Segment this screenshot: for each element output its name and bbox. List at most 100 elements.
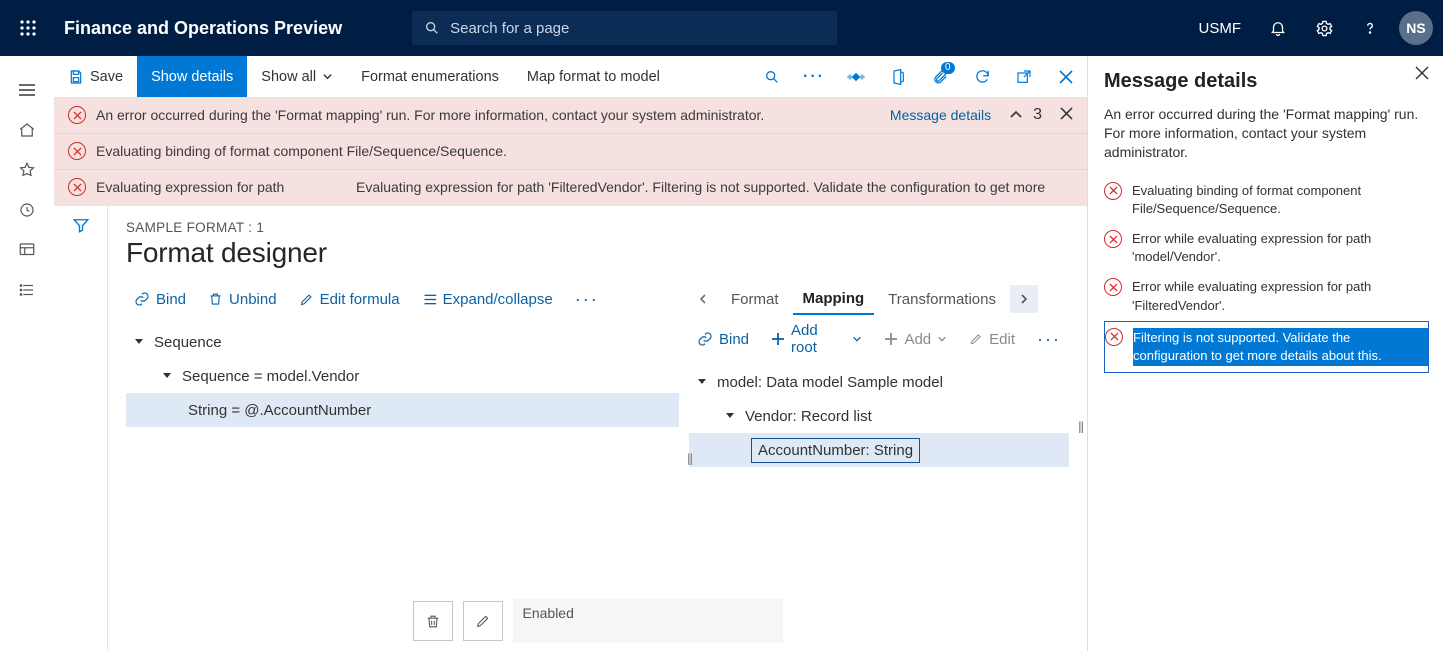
waffle-icon xyxy=(19,19,37,37)
nav-home[interactable] xyxy=(7,110,47,150)
tab-mapping[interactable]: Mapping xyxy=(793,284,875,315)
home-icon xyxy=(18,121,36,139)
message-details-link[interactable]: Message details xyxy=(890,107,991,123)
message-text: Error while evaluating expression for pa… xyxy=(1132,278,1429,314)
show-all-button[interactable]: Show all xyxy=(247,56,347,97)
format-enumerations-button[interactable]: Format enumerations xyxy=(347,56,513,97)
nav-toggle-button[interactable] xyxy=(7,70,47,110)
error-row: Evaluating binding of format component F… xyxy=(54,133,1087,169)
filter-column xyxy=(54,206,108,651)
caret-icon xyxy=(132,335,146,349)
chevron-up-icon xyxy=(1009,107,1023,121)
edit-formula-button[interactable]: Edit formula xyxy=(291,283,408,315)
add-button[interactable]: Add xyxy=(876,323,955,355)
left-overflow-button[interactable]: ··· xyxy=(567,289,607,310)
global-search[interactable]: Search for a page xyxy=(412,11,837,45)
nav-favorites[interactable] xyxy=(7,150,47,190)
nav-modules[interactable] xyxy=(7,270,47,310)
toolbar-popout-button[interactable] xyxy=(1003,56,1045,98)
tree-node-sequence-vendor[interactable]: Sequence = model.Vendor xyxy=(126,359,679,393)
app-launcher-button[interactable] xyxy=(0,0,56,56)
enabled-field[interactable]: Enabled xyxy=(513,599,783,643)
edit-button-bottom[interactable] xyxy=(463,601,503,641)
breadcrumb: SAMPLE FORMAT : 1 xyxy=(126,220,1069,235)
message-item-selected[interactable]: Filtering is not supported. Validate the… xyxy=(1104,321,1429,373)
trash-icon xyxy=(208,291,223,307)
tree-node-sequence[interactable]: Sequence xyxy=(126,325,679,359)
toolbar-search-button[interactable] xyxy=(751,56,793,98)
gear-icon xyxy=(1315,19,1334,38)
plus-icon xyxy=(771,332,785,346)
expand-collapse-button[interactable]: Expand/collapse xyxy=(414,283,561,315)
help-button[interactable] xyxy=(1347,0,1393,56)
right-tab-row: Format Mapping Transformations xyxy=(689,279,1069,319)
nav-recent[interactable] xyxy=(7,190,47,230)
toolbar-overflow-button[interactable]: ··· xyxy=(793,56,835,98)
navigation-rail xyxy=(0,56,54,651)
message-item[interactable]: Error while evaluating expression for pa… xyxy=(1104,272,1429,320)
left-command-row: Bind Unbind Edit formula Expand/collapse… xyxy=(126,279,679,319)
error-icon xyxy=(1104,278,1122,296)
chevron-down-icon xyxy=(852,334,862,344)
error-dismiss-button[interactable] xyxy=(1060,107,1073,123)
user-avatar[interactable]: NS xyxy=(1399,11,1433,45)
show-details-button[interactable]: Show details xyxy=(137,56,247,97)
panel-close-button[interactable] xyxy=(1415,66,1429,85)
mapping-tree: model: Data model Sample model Vendor: R… xyxy=(689,365,1069,467)
message-text: Evaluating binding of format component F… xyxy=(1132,182,1429,218)
message-item[interactable]: Evaluating binding of format component F… xyxy=(1104,176,1429,224)
workspace-icon xyxy=(18,241,36,259)
link-icon xyxy=(134,291,150,307)
tab-scroll-right[interactable] xyxy=(1010,285,1038,313)
tree-node-model[interactable]: model: Data model Sample model xyxy=(689,365,1069,399)
toolbar-attachments-button[interactable]: 0 xyxy=(919,56,961,98)
toolbar-close-button[interactable] xyxy=(1045,56,1087,98)
error-count: 3 xyxy=(1033,106,1042,124)
tree-node-accountnumber[interactable]: AccountNumber: String xyxy=(689,433,1069,467)
toolbar-refresh-button[interactable] xyxy=(961,56,1003,98)
save-button[interactable]: Save xyxy=(54,56,137,97)
tab-format[interactable]: Format xyxy=(721,285,789,314)
right-overflow-button[interactable]: ··· xyxy=(1029,329,1069,350)
toolbar-office-button[interactable] xyxy=(877,56,919,98)
bind-button[interactable]: Bind xyxy=(126,283,194,315)
add-root-button[interactable]: Add root xyxy=(763,323,870,355)
pencil-icon xyxy=(475,613,491,629)
refresh-icon xyxy=(974,68,991,85)
tab-scroll-left[interactable] xyxy=(689,285,717,313)
page-title: Format designer xyxy=(126,237,1069,269)
nav-workspaces[interactable] xyxy=(7,230,47,270)
error-row: An error occurred during the 'Format map… xyxy=(54,98,1087,133)
tree-node-vendor[interactable]: Vendor: Record list xyxy=(689,399,1069,433)
error-icon xyxy=(68,142,86,160)
plus-icon xyxy=(884,332,898,346)
filter-button[interactable] xyxy=(72,216,90,651)
save-label: Save xyxy=(90,69,123,85)
error-icon xyxy=(1104,230,1122,248)
chevron-right-icon xyxy=(1018,293,1030,305)
tab-transformations[interactable]: Transformations xyxy=(878,285,1006,314)
diamond-icon xyxy=(847,68,865,86)
app-title: Finance and Operations Preview xyxy=(56,18,342,39)
message-item[interactable]: Error while evaluating expression for pa… xyxy=(1104,224,1429,272)
search-icon xyxy=(764,69,780,85)
map-format-button[interactable]: Map format to model xyxy=(513,56,674,97)
tree-node-string[interactable]: String = @.AccountNumber xyxy=(126,393,679,427)
company-picker[interactable]: USMF xyxy=(1185,0,1256,56)
toolbar-options-button[interactable] xyxy=(835,56,877,98)
edit-button[interactable]: Edit xyxy=(961,323,1023,355)
right-edge-splitter[interactable]: ‖ xyxy=(1075,415,1087,443)
pane-splitter[interactable]: ‖ xyxy=(685,447,695,475)
settings-button[interactable] xyxy=(1301,0,1347,56)
unbind-button[interactable]: Unbind xyxy=(200,283,285,315)
action-bar: Save Show details Show all Format enumer… xyxy=(54,56,1087,98)
error-icon xyxy=(1105,328,1123,346)
bind-button[interactable]: Bind xyxy=(689,323,757,355)
office-icon xyxy=(890,68,906,86)
delete-button[interactable] xyxy=(413,601,453,641)
error-collapse-button[interactable] xyxy=(1009,107,1023,124)
funnel-icon xyxy=(72,216,90,234)
error-icon xyxy=(1104,182,1122,200)
notifications-button[interactable] xyxy=(1255,0,1301,56)
hamburger-icon xyxy=(18,83,36,97)
